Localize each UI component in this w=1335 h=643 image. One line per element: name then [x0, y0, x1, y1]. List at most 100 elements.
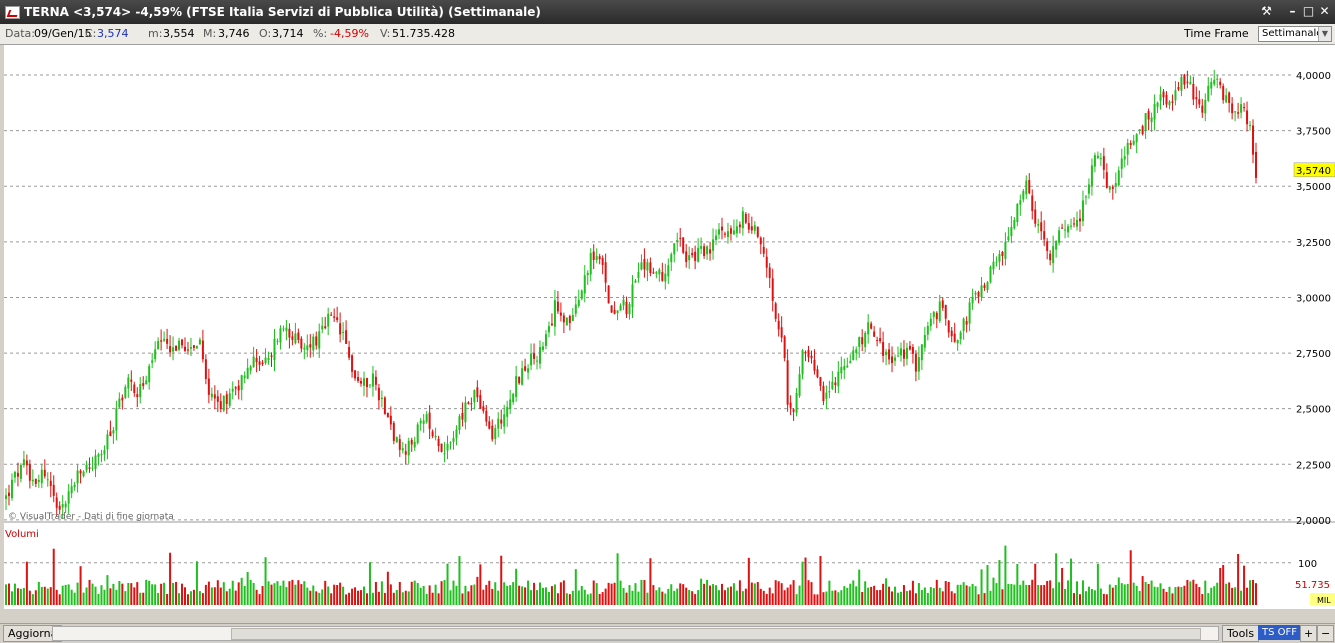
- volume-bar: [598, 593, 601, 605]
- close-icon[interactable]: ✕: [1317, 4, 1332, 19]
- candle-body: [46, 479, 49, 481]
- candle-body: [550, 323, 553, 326]
- candle-body: [371, 373, 374, 387]
- candle-body: [464, 402, 467, 423]
- volume-bar: [804, 557, 807, 605]
- candle-body: [216, 396, 219, 402]
- candle-body: [228, 393, 231, 406]
- volume-bar: [649, 558, 652, 605]
- open-label: O:: [259, 27, 272, 40]
- volume-bar: [1186, 579, 1189, 605]
- volume-bar: [82, 592, 85, 605]
- candle-body: [386, 412, 389, 418]
- volume-bar: [706, 579, 709, 605]
- candle-body: [1135, 134, 1138, 143]
- volume-bar: [276, 581, 279, 605]
- remove-icon[interactable]: −: [1317, 625, 1335, 642]
- candle-body: [894, 357, 897, 361]
- volume-bar: [539, 582, 542, 605]
- candle-body: [539, 347, 542, 364]
- wrench-icon[interactable]: ⚒: [1259, 4, 1274, 19]
- volume-bar: [527, 580, 530, 605]
- volume-bar: [163, 582, 166, 605]
- candle-body: [544, 334, 547, 346]
- scrollbar-thumb[interactable]: [231, 628, 1201, 640]
- volume-bar: [995, 583, 998, 605]
- volume-bar: [974, 586, 977, 605]
- candle-body: [1037, 224, 1040, 226]
- volume-bar: [691, 591, 694, 605]
- volume-bar: [1171, 593, 1174, 605]
- volume-bar: [58, 594, 61, 605]
- volume-bar: [530, 590, 533, 605]
- volume-bar: [619, 580, 622, 605]
- volume-bar: [386, 571, 389, 605]
- add-icon[interactable]: +: [1300, 625, 1318, 642]
- candle-body: [941, 300, 944, 308]
- timeframe-select[interactable]: Settimanale ▼: [1258, 26, 1332, 42]
- volume-bar: [103, 589, 106, 605]
- candle-body: [649, 262, 652, 274]
- volume-bar: [380, 581, 383, 605]
- volume-bar: [19, 588, 22, 605]
- ts-off-toggle[interactable]: TS OFF: [1258, 625, 1302, 640]
- candle-body: [804, 352, 807, 354]
- volume-bar: [807, 580, 810, 605]
- candle-body: [953, 333, 956, 342]
- candle-body: [1028, 180, 1031, 194]
- volume-bar: [646, 592, 649, 605]
- volume-bar: [67, 584, 70, 605]
- volume-bar: [679, 583, 682, 605]
- candle-body: [753, 225, 756, 231]
- volume-bar: [1141, 576, 1144, 605]
- candle-body: [688, 255, 691, 261]
- chevron-down-icon[interactable]: ▼: [1318, 27, 1331, 41]
- candle-body: [819, 376, 822, 386]
- candle-body: [858, 337, 861, 347]
- candle-body: [1129, 142, 1132, 146]
- minimize-icon[interactable]: –: [1285, 4, 1300, 19]
- candle-body: [589, 252, 592, 275]
- candle-body: [476, 387, 479, 398]
- volume-bar: [891, 591, 894, 605]
- candle-body: [1177, 87, 1180, 90]
- chart-area[interactable]: 4,0000 3,7500 3,5000 3,2500 3,0000 2,7500 2,50…: [4, 45, 1335, 624]
- candle-body: [879, 338, 882, 342]
- candle-body: [667, 265, 670, 277]
- candle-body: [732, 230, 735, 235]
- candle-body: [1067, 226, 1070, 233]
- price-volume-chart[interactable]: 4,0000 3,7500 3,5000 3,2500 3,0000 2,7500 2,50…: [4, 45, 1335, 624]
- volume-bar: [911, 580, 914, 605]
- maximize-icon[interactable]: □: [1301, 4, 1316, 19]
- candle-body: [64, 503, 67, 508]
- volume-bar: [136, 582, 139, 605]
- candle-body: [729, 228, 732, 234]
- candle-body: [986, 282, 989, 291]
- tools-button[interactable]: Tools: [1222, 625, 1260, 642]
- horizontal-scrollbar[interactable]: [52, 626, 1219, 641]
- candle-body: [1046, 241, 1049, 251]
- candle-body: [1162, 91, 1165, 98]
- candle-body: [1007, 236, 1010, 241]
- volume-bar: [864, 581, 867, 605]
- candle-body: [1141, 126, 1144, 135]
- candle-body: [1138, 129, 1141, 132]
- volume-bar: [574, 569, 577, 605]
- volume-bar: [1204, 580, 1207, 605]
- candle-body: [145, 380, 148, 385]
- candle-body: [917, 357, 920, 372]
- candle-body: [780, 327, 783, 338]
- candle-body: [312, 336, 315, 351]
- volume-bar: [518, 585, 521, 605]
- volume-bar: [553, 584, 556, 605]
- volume-bar: [348, 592, 351, 605]
- volume-bar: [240, 577, 243, 605]
- volume-bar: [371, 592, 374, 605]
- candle-body: [446, 443, 449, 451]
- volume-bar: [1001, 589, 1004, 605]
- volume-bar: [989, 590, 992, 605]
- candle-body: [19, 464, 22, 479]
- candle-body: [697, 247, 700, 262]
- volume-bar: [246, 571, 249, 605]
- candle-body: [383, 397, 386, 415]
